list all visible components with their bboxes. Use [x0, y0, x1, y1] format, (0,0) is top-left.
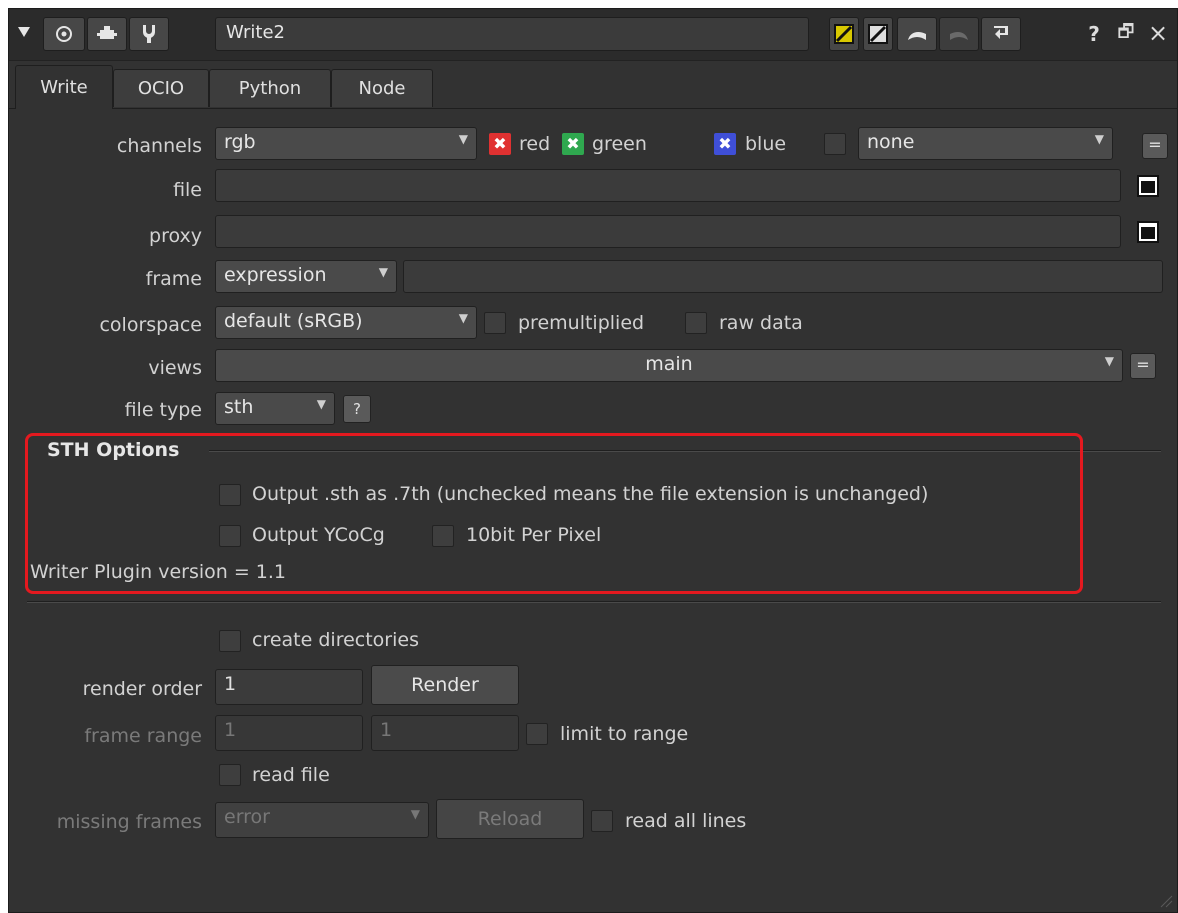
alpha-channel-checkbox[interactable]	[824, 133, 846, 155]
missing-frames-value: error	[224, 806, 270, 828]
frame-expression-input[interactable]	[403, 260, 1163, 293]
premultiplied-checkbox[interactable]	[484, 312, 506, 334]
channels-dropdown[interactable]: rgb ▼	[215, 127, 477, 160]
red-channel-checkbox[interactable]: ✖	[489, 133, 511, 155]
frame-mode-value: expression	[224, 264, 327, 286]
green-channel-label: green	[592, 133, 647, 155]
file-browse-icon[interactable]	[1137, 175, 1159, 197]
frame-range-last-input[interactable]: 1	[371, 715, 519, 751]
blue-channel-checkbox[interactable]: ✖	[714, 133, 736, 155]
colorspace-value: default (sRGB)	[224, 310, 363, 332]
resize-grip-icon[interactable]	[1159, 894, 1173, 908]
file-type-label: file type	[124, 399, 202, 421]
color-white-button[interactable]	[863, 17, 893, 51]
limit-to-range-checkbox[interactable]	[526, 723, 548, 745]
reload-button[interactable]: Reload	[436, 799, 584, 839]
create-directories-label: create directories	[252, 629, 419, 651]
frame-range-first-input[interactable]: 1	[215, 715, 363, 751]
help-icon[interactable]: ?	[1083, 21, 1105, 47]
chevron-down-icon: ▼	[1104, 354, 1114, 368]
read-file-checkbox[interactable]	[219, 764, 241, 786]
render-order-input[interactable]: 1	[215, 669, 363, 705]
file-type-help-button[interactable]: ?	[343, 395, 371, 423]
limit-to-range-label: limit to range	[560, 723, 689, 745]
redo-icon	[950, 32, 968, 40]
views-link-button[interactable]: =	[1130, 353, 1156, 379]
read-all-lines-checkbox[interactable]	[591, 810, 613, 832]
chevron-down-icon: ▼	[410, 807, 420, 821]
highlight-box	[25, 433, 1083, 594]
chevron-down-icon: ▼	[1094, 132, 1104, 146]
title-bar: Write2 ? 🗗 ×	[9, 9, 1177, 61]
chevron-down-icon: ▼	[378, 265, 388, 279]
file-type-value: sth	[224, 396, 254, 418]
chevron-down-icon: ▼	[458, 132, 468, 146]
proxy-label: proxy	[149, 225, 202, 247]
raw-data-checkbox[interactable]	[685, 312, 707, 334]
proxy-browse-icon[interactable]	[1137, 221, 1159, 243]
green-channel-checkbox[interactable]: ✖	[562, 133, 584, 155]
file-path-input[interactable]	[215, 169, 1121, 202]
close-icon[interactable]: ×	[1145, 19, 1171, 47]
missing-frames-label: missing frames	[56, 811, 202, 833]
render-button[interactable]: Render	[371, 665, 519, 705]
undo-icon	[908, 32, 926, 40]
tab-divider	[9, 108, 1177, 109]
colorspace-dropdown[interactable]: default (sRGB) ▼	[215, 306, 477, 339]
node-name-field[interactable]: Write2	[215, 17, 809, 51]
red-channel-label: red	[519, 133, 551, 155]
center-node-button[interactable]	[43, 17, 85, 51]
node-color-icon	[97, 26, 117, 39]
color-white-swatch-icon	[868, 24, 888, 44]
channels-value: rgb	[224, 131, 256, 153]
views-dropdown[interactable]: main ▼	[215, 349, 1123, 382]
file-label: file	[173, 179, 202, 201]
frame-mode-dropdown[interactable]: expression ▼	[215, 260, 397, 293]
raw-data-label: raw data	[719, 312, 803, 334]
fork-button[interactable]	[129, 17, 169, 51]
redo-button[interactable]	[939, 17, 979, 51]
channels-link-button[interactable]: =	[1142, 133, 1168, 159]
render-order-label: render order	[82, 678, 202, 700]
frame-range-label: frame range	[84, 725, 202, 747]
views-value: main	[645, 353, 693, 375]
channels-label: channels	[116, 135, 202, 157]
node-color-button[interactable]	[87, 17, 127, 51]
proxy-path-input[interactable]	[215, 215, 1121, 248]
premultiplied-label: premultiplied	[518, 312, 645, 334]
chevron-down-icon: ▼	[316, 397, 326, 411]
extra-channel-dropdown[interactable]: none ▼	[858, 127, 1113, 160]
float-window-icon[interactable]: 🗗	[1113, 21, 1139, 47]
blue-channel-label: blue	[745, 133, 787, 155]
tab-node[interactable]: Node	[331, 69, 433, 107]
file-type-dropdown[interactable]: sth ▼	[215, 392, 335, 425]
create-directories-checkbox[interactable]	[219, 630, 241, 652]
fork-icon	[143, 25, 155, 43]
tab-write[interactable]: Write	[15, 65, 113, 109]
colorspace-label: colorspace	[99, 314, 202, 336]
undo-button[interactable]	[897, 17, 937, 51]
properties-panel: Write2 ? 🗗 × Write OCIO Python Node chan…	[8, 8, 1178, 913]
extra-channel-value: none	[867, 131, 915, 153]
color-yellow-button[interactable]	[829, 17, 859, 51]
chevron-down-icon: ▼	[458, 311, 468, 325]
revert-icon	[994, 26, 1008, 39]
revert-button[interactable]	[981, 17, 1021, 51]
color-yellow-swatch-icon	[834, 24, 854, 44]
missing-frames-dropdown[interactable]: error ▼	[215, 802, 429, 838]
tab-python[interactable]: Python	[209, 69, 331, 107]
frame-label: frame	[145, 268, 202, 290]
views-label: views	[148, 357, 202, 379]
section-divider	[27, 601, 1161, 602]
tab-ocio[interactable]: OCIO	[113, 69, 209, 107]
collapse-arrow-icon[interactable]	[17, 25, 31, 39]
center-node-icon	[56, 26, 72, 42]
read-all-lines-label: read all lines	[625, 810, 747, 832]
read-file-label: read file	[252, 764, 330, 786]
